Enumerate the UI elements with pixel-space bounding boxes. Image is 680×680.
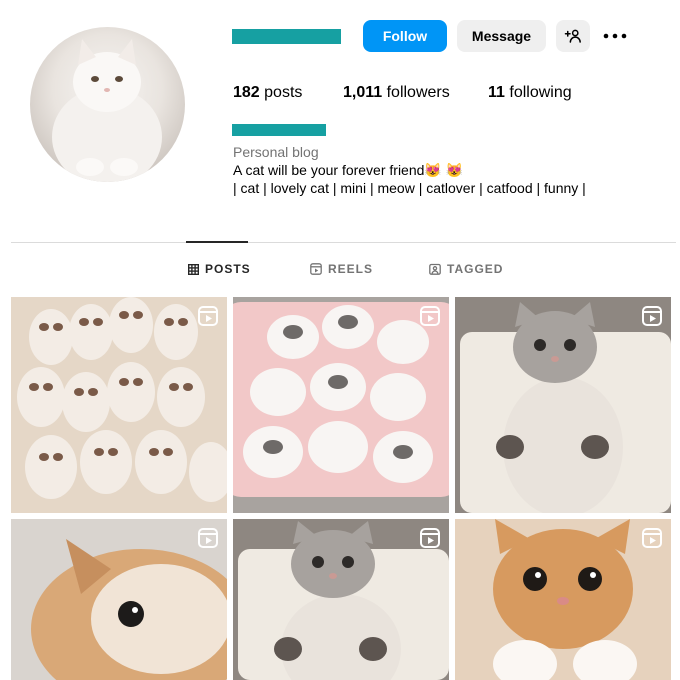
display-name-redacted	[232, 124, 326, 136]
reel-icon	[420, 528, 440, 548]
followers-count: 1,011	[343, 84, 383, 101]
person-add-icon	[564, 29, 581, 43]
post-tile-3[interactable]	[455, 297, 671, 513]
tab-tagged[interactable]: TAGGED	[429, 262, 503, 276]
more-options-button[interactable]	[600, 20, 630, 52]
post-tile-6[interactable]	[455, 519, 671, 680]
bio-line-2: | cat | lovely cat | mini | meow | catlo…	[233, 180, 586, 196]
reel-icon	[198, 528, 218, 548]
tab-tagged-label: TAGGED	[447, 262, 504, 276]
bio-category: Personal blog	[233, 144, 319, 160]
following-count: 11	[488, 84, 505, 101]
posts-label: posts	[259, 84, 303, 101]
reel-icon	[642, 528, 662, 548]
active-tab-indicator	[186, 241, 248, 243]
posts-count: 182	[233, 84, 260, 101]
reel-icon	[642, 306, 662, 326]
username-redacted	[232, 29, 341, 44]
followers-label: followers	[382, 84, 450, 101]
tab-reels[interactable]: REELS	[310, 262, 373, 276]
follow-button[interactable]: Follow	[363, 20, 447, 52]
post-tile-5[interactable]	[233, 519, 449, 680]
followers-stat[interactable]: 1,011 followers	[343, 84, 450, 102]
more-horizontal-icon	[603, 33, 627, 39]
tagged-icon	[429, 263, 441, 275]
post-tile-1[interactable]	[11, 297, 227, 513]
reel-icon	[198, 306, 218, 326]
tab-reels-label: REELS	[328, 262, 374, 276]
following-label: following	[504, 84, 572, 101]
reel-icon	[420, 306, 440, 326]
profile-bio: Personal blog A cat will be your forever…	[233, 143, 586, 197]
grid-icon	[188, 263, 199, 275]
bio-line-1: A cat will be your forever friend😻 😻	[233, 162, 464, 178]
tabs-divider	[11, 242, 676, 243]
posts-stat: 182 posts	[233, 84, 302, 102]
post-tile-4[interactable]	[11, 519, 227, 680]
add-user-button[interactable]	[556, 20, 590, 52]
tab-posts-label: POSTS	[205, 262, 251, 276]
reels-icon	[310, 263, 322, 275]
profile-avatar[interactable]	[30, 27, 185, 182]
post-tile-2[interactable]	[233, 297, 449, 513]
tab-posts[interactable]: POSTS	[188, 262, 251, 276]
following-stat[interactable]: 11 following	[488, 84, 572, 102]
message-button[interactable]: Message	[457, 20, 546, 52]
